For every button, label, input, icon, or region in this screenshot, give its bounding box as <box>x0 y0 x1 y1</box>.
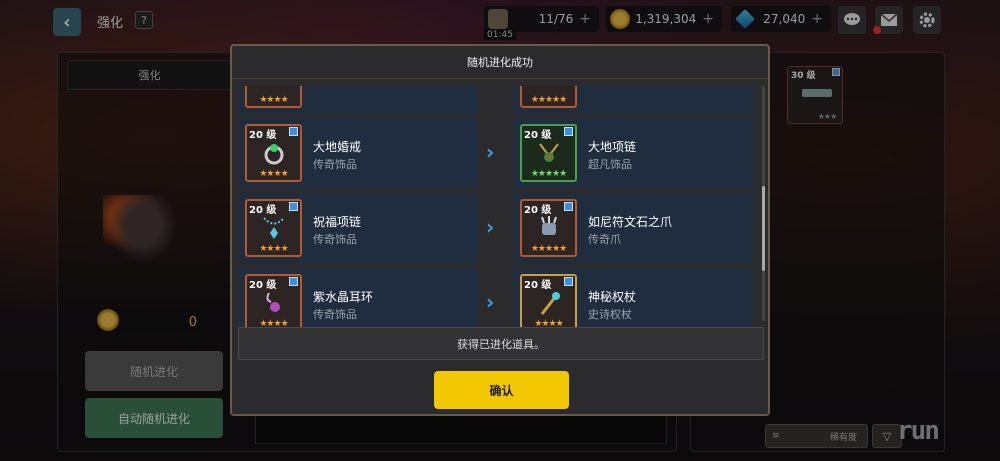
item-icon[interactable]: 20 级 ★★★★ <box>245 199 302 257</box>
item-level: 20 级 <box>524 280 552 291</box>
info-message: 获得已进化道具。 <box>238 327 764 360</box>
item-name: 神秘权杖 <box>588 290 637 304</box>
result-list[interactable]: ★★★★ › ★★★★★ 20 级 ★★★★ 大地婚戒 传奇饰品 <box>238 86 760 366</box>
bookmark-icon <box>289 202 298 211</box>
chevron-right-icon: › <box>486 215 495 239</box>
item-name: 祝福项链 <box>313 215 362 229</box>
item-level: 20 级 <box>524 130 552 141</box>
result-item: 20 级 ★★★★★ 如尼符文石之爪 传奇爪 <box>513 193 753 263</box>
evolution-result-dialog: 随机进化成功 ★★★★ › ★★★★★ 20 级 <box>230 44 770 416</box>
source-item: ★★★★ <box>238 86 478 114</box>
item-stars: ★★★★★ <box>530 169 567 179</box>
confirm-button[interactable]: 确认 <box>434 371 569 409</box>
item-icon[interactable]: 20 级 ★★★★ <box>520 274 577 332</box>
item-level: 20 级 <box>524 205 552 216</box>
necklace-icon <box>263 217 285 239</box>
item-stars: ★★★★★ <box>530 95 567 105</box>
item-stars: ★★★★ <box>259 244 288 254</box>
item-name: 大地项链 <box>588 140 637 154</box>
list-item: 20 级 ★★★★ 祝福项链 传奇饰品 › 20 级 ★★★★★ 如尼符文石之爪… <box>238 193 754 263</box>
scepter-icon <box>540 292 560 315</box>
item-type: 传奇爪 <box>588 233 621 246</box>
item-stars: ★★★★ <box>259 169 288 179</box>
item-icon[interactable]: 20 级 ★★★★ <box>245 124 302 182</box>
item-icon[interactable]: 20 级 ★★★★ <box>245 274 302 332</box>
dialog-title: 随机进化成功 <box>232 46 768 79</box>
list-item: 20 级 ★★★★ 大地婚戒 传奇饰品 › 20 级 ★★★★★ 大地项链 超凡… <box>238 118 754 188</box>
item-name: 紫水晶耳环 <box>313 290 374 304</box>
item-icon: ★★★★ <box>245 86 302 108</box>
item-stars: ★★★★★ <box>530 244 567 254</box>
item-icon[interactable]: 20 级 ★★★★★ <box>520 199 577 257</box>
item-icon[interactable]: 20 级 ★★★★★ <box>520 124 577 182</box>
bookmark-icon <box>564 277 573 286</box>
earring-icon <box>266 292 280 312</box>
item-level: 20 级 <box>249 130 277 141</box>
chevron-right-icon: › <box>486 290 495 314</box>
necklace-icon <box>539 143 559 162</box>
claw-icon <box>541 216 557 235</box>
chevron-right-icon: › <box>486 140 495 164</box>
item-type: 传奇饰品 <box>313 158 357 171</box>
item-stars: ★★★★ <box>259 95 288 105</box>
item-level: 20 级 <box>249 280 277 291</box>
item-name: 大地婚戒 <box>313 140 362 154</box>
item-type: 传奇饰品 <box>313 308 357 321</box>
item-type: 超凡饰品 <box>588 158 632 171</box>
chevron-right-icon: › <box>486 86 494 90</box>
list-item: ★★★★ › ★★★★★ <box>238 86 754 114</box>
bookmark-icon <box>289 127 298 136</box>
item-type: 史诗权杖 <box>588 308 632 321</box>
source-item: 20 级 ★★★★ 祝福项链 传奇饰品 <box>238 193 478 263</box>
result-item: ★★★★★ <box>513 86 753 114</box>
source-item: 20 级 ★★★★ 大地婚戒 传奇饰品 <box>238 118 478 188</box>
item-name: 如尼符文石之爪 <box>588 215 673 229</box>
item-icon: ★★★★★ <box>520 86 577 108</box>
bookmark-icon <box>564 202 573 211</box>
bookmark-icon <box>564 127 573 136</box>
item-level: 20 级 <box>249 205 277 216</box>
bookmark-icon <box>289 277 298 286</box>
scrollbar-thumb[interactable] <box>762 186 765 271</box>
item-type: 传奇饰品 <box>313 233 357 246</box>
ring-icon <box>264 144 284 165</box>
result-item: 20 级 ★★★★★ 大地项链 超凡饰品 <box>513 118 753 188</box>
